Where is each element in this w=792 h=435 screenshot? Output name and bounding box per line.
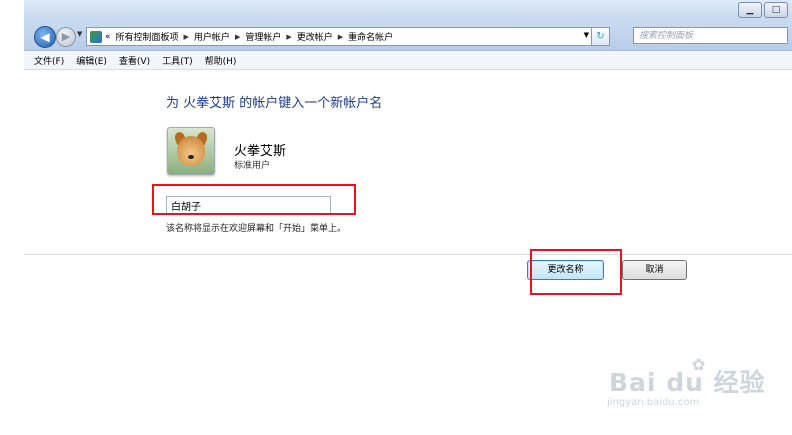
breadcrumb-separator-icon[interactable]: ▶ bbox=[235, 33, 240, 41]
address-bar[interactable]: « 所有控制面板项 ▶ 用户帐户 ▶ 管理帐户 ▶ 更改帐户 ▶ 重命名帐户 ▼… bbox=[86, 27, 610, 46]
menu-help[interactable]: 帮助(H) bbox=[205, 54, 237, 67]
breadcrumb-prefix[interactable]: « bbox=[105, 32, 111, 42]
account-name: 火拳艾斯 bbox=[234, 144, 287, 159]
menu-tools[interactable]: 工具(T) bbox=[162, 54, 193, 67]
breadcrumb-separator-icon[interactable]: ▶ bbox=[286, 33, 291, 41]
main-content: 为 火拳艾斯 的帐户键入一个新帐户名 火拳艾斯 标准用户 该名称将显示在欢迎屏幕… bbox=[24, 70, 792, 435]
forward-arrow-icon[interactable]: ▶ bbox=[56, 27, 76, 47]
breadcrumb-separator-icon[interactable]: ▶ bbox=[338, 33, 343, 41]
menu-edit[interactable]: 编辑(E) bbox=[76, 54, 107, 67]
avatar bbox=[167, 127, 215, 175]
minimize-icon[interactable]: ▁ bbox=[738, 2, 762, 18]
menu-file[interactable]: 文件(F) bbox=[34, 54, 64, 67]
search-input[interactable]: 搜索控制面板 bbox=[633, 27, 788, 44]
cancel-button[interactable]: 取消 bbox=[622, 260, 687, 280]
breadcrumb-item[interactable]: 用户帐户 bbox=[194, 30, 230, 43]
button-highlight-box bbox=[530, 249, 622, 295]
refresh-icon[interactable]: ↻ bbox=[591, 28, 609, 45]
watermark-logo: Bai du 经验 bbox=[609, 368, 766, 397]
window-controls: ▁ □ bbox=[738, 2, 788, 18]
breadcrumb-item[interactable]: 管理帐户 bbox=[245, 30, 281, 43]
account-type: 标准用户 bbox=[234, 161, 271, 171]
input-highlight-box bbox=[152, 184, 356, 215]
menu-view[interactable]: 查看(V) bbox=[119, 54, 150, 67]
back-arrow-icon[interactable]: ◀ bbox=[34, 26, 56, 48]
breadcrumb-separator-icon[interactable]: ▶ bbox=[184, 33, 189, 41]
maximize-icon[interactable]: □ bbox=[764, 2, 788, 18]
divider bbox=[24, 254, 792, 255]
address-dropdown-icon[interactable]: ▼ bbox=[584, 31, 589, 39]
name-hint: 该名称将显示在欢迎屏幕和「开始」菜单上。 bbox=[166, 224, 347, 234]
menu-bar: 文件(F) 编辑(E) 查看(V) 工具(T) 帮助(H) bbox=[24, 51, 792, 70]
control-panel-icon bbox=[90, 30, 102, 43]
breadcrumb-item[interactable]: 所有控制面板项 bbox=[116, 30, 179, 43]
page-title: 为 火拳艾斯 的帐户键入一个新帐户名 bbox=[166, 96, 383, 111]
breadcrumb-item-current[interactable]: 重命名帐户 bbox=[348, 30, 393, 43]
breadcrumb-item[interactable]: 更改帐户 bbox=[297, 30, 333, 43]
left-edge bbox=[0, 0, 25, 435]
watermark: ✿ Bai du 经验 jingyan.baidu.com bbox=[607, 355, 789, 420]
dog-picture-icon bbox=[177, 136, 205, 166]
title-bar: ▁ □ bbox=[24, 0, 792, 22]
navigation-bar: ◀ ▶ ▼ « 所有控制面板项 ▶ 用户帐户 ▶ 管理帐户 ▶ 更改帐户 ▶ 重… bbox=[24, 22, 792, 51]
recent-pages-dropdown-icon[interactable]: ▼ bbox=[77, 30, 82, 38]
watermark-url: jingyan.baidu.com bbox=[607, 397, 700, 408]
